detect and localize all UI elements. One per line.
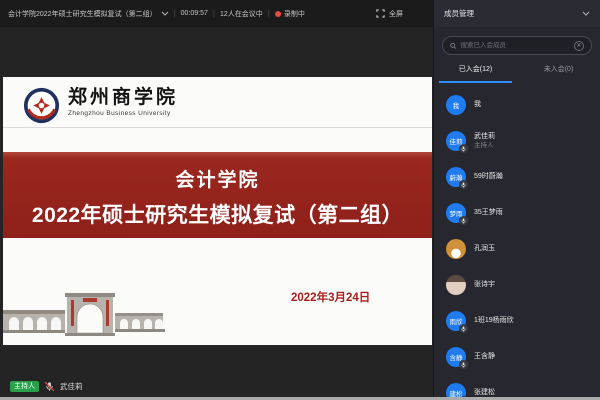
university-name-cn: 郑州商学院	[68, 87, 178, 109]
meeting-title-dropdown[interactable]: 会计学院2022年硕士研究生模拟复试（第二组）	[8, 9, 169, 19]
screen-share-stage: 郑州商学院 Zhengzhou Business University 会计学院…	[0, 27, 433, 400]
member-avatar: 梦雨	[446, 203, 466, 223]
member-row[interactable]: 蔚瀚 59时蔚瀚	[434, 159, 600, 195]
member-name: 35王梦雨	[474, 208, 503, 217]
member-text: 武佳莉 主持人	[474, 132, 495, 149]
member-text: 孔润玉	[474, 244, 495, 253]
recording-status: 录制中	[275, 9, 305, 19]
member-management-panel: 成员管理 ✕ 已入会(12)未入会(0) 我 我 佳莉	[433, 0, 600, 400]
fullscreen-button[interactable]: 全屏	[376, 9, 403, 19]
member-row[interactable]: 孔润玉	[434, 231, 600, 267]
meeting-title: 会计学院2022年硕士研究生模拟复试（第二组）	[8, 9, 157, 19]
divider: |	[268, 9, 270, 18]
fullscreen-label: 全屏	[389, 9, 403, 19]
divider: |	[174, 9, 176, 18]
university-emblem-icon	[23, 87, 60, 124]
member-tabs: 已入会(12)未入会(0)	[434, 59, 600, 83]
member-row[interactable]: 张诗宇	[434, 267, 600, 303]
slide-title-line2: 2022年硕士研究生模拟复试（第二组）	[3, 199, 432, 229]
recording-dot-icon	[275, 11, 281, 17]
presenter-info-bar: 主持人 武佳莉	[10, 381, 83, 392]
member-name: 59时蔚瀚	[474, 172, 503, 181]
presenter-name: 武佳莉	[60, 381, 83, 392]
search-clear-icon[interactable]: ✕	[574, 41, 584, 51]
member-row[interactable]: 雨欣 1班19杨雨欣	[434, 303, 600, 339]
member-name: 武佳莉	[474, 132, 495, 141]
recording-label: 录制中	[284, 9, 305, 19]
avatar-initials: 我	[453, 100, 460, 110]
panel-collapse-chevron-icon[interactable]	[582, 11, 590, 16]
member-search-box[interactable]: ✕	[442, 36, 592, 55]
slide-date: 2022年3月24日	[291, 289, 370, 305]
slide-title-line1: 会计学院	[3, 165, 432, 192]
app-window: 会计学院2022年硕士研究生模拟复试（第二组） | 00:09:57 | 12人…	[0, 0, 600, 400]
university-name-block: 郑州商学院 Zhengzhou Business University	[68, 87, 178, 117]
member-name: 我	[474, 100, 481, 109]
search-icon	[450, 42, 457, 50]
member-row[interactable]: 佳莉 武佳莉 主持人	[434, 123, 600, 159]
member-role-label: 主持人	[474, 142, 495, 150]
member-search-input[interactable]	[461, 42, 570, 49]
member-avatar	[446, 275, 466, 295]
member-name: 孔润玉	[474, 244, 495, 253]
member-text: 我	[474, 100, 481, 109]
mic-status-icon	[459, 180, 468, 189]
mic-status-icon	[459, 324, 468, 333]
host-badge: 主持人	[10, 381, 39, 392]
member-avatar: 佳莉	[446, 131, 466, 151]
member-avatar: 蔚瀚	[446, 167, 466, 187]
meeting-timer: 00:09:57	[181, 10, 208, 17]
member-name: 1班19杨雨欣	[474, 316, 514, 325]
fullscreen-icon	[376, 9, 385, 18]
member-text: 1班19杨雨欣	[474, 316, 514, 325]
tab-not-joined[interactable]: 未入会(0)	[517, 59, 600, 83]
panel-title: 成员管理	[444, 8, 474, 19]
member-avatar: 我	[446, 95, 466, 115]
member-avatar: 含静	[446, 347, 466, 367]
member-text: 张诗宇	[474, 280, 495, 289]
member-row[interactable]: 梦雨 35王梦雨	[434, 195, 600, 231]
slide-title-banner: 会计学院 2022年硕士研究生模拟复试（第二组）	[3, 152, 432, 238]
mic-status-icon	[459, 144, 468, 153]
divider: |	[213, 9, 215, 18]
member-text: 35王梦雨	[474, 208, 503, 217]
university-name-en: Zhengzhou Business University	[68, 110, 178, 117]
panel-header: 成员管理	[434, 0, 600, 27]
campus-gate-image	[3, 293, 165, 339]
mic-status-icon	[459, 360, 468, 369]
main-column: 会计学院2022年硕士研究生模拟复试（第二组） | 00:09:57 | 12人…	[0, 0, 433, 400]
member-name: 王含静	[474, 352, 495, 361]
participants-count[interactable]: 12人在会议中	[220, 9, 263, 19]
tab-joined[interactable]: 已入会(12)	[434, 59, 517, 83]
member-avatar: 雨欣	[446, 311, 466, 331]
meeting-topbar: 会计学院2022年硕士研究生模拟复试（第二组） | 00:09:57 | 12人…	[0, 0, 433, 27]
member-list[interactable]: 我 我 佳莉 武佳莉 主持人 蔚瀚	[434, 83, 600, 400]
member-text: 王含静	[474, 352, 495, 361]
search-area: ✕	[434, 27, 600, 59]
member-name: 张诗宇	[474, 280, 495, 289]
university-logo: 郑州商学院 Zhengzhou Business University	[23, 87, 178, 124]
mic-status-icon	[459, 216, 468, 225]
member-row[interactable]: 我 我	[434, 87, 600, 123]
slide-header-divider	[3, 127, 432, 128]
member-text: 59时蔚瀚	[474, 172, 503, 181]
chevron-down-icon	[161, 11, 169, 16]
member-row[interactable]: 含静 王含静	[434, 339, 600, 375]
member-avatar	[446, 239, 466, 259]
mic-muted-icon	[44, 381, 55, 392]
shared-slide: 郑州商学院 Zhengzhou Business University 会计学院…	[3, 77, 432, 345]
